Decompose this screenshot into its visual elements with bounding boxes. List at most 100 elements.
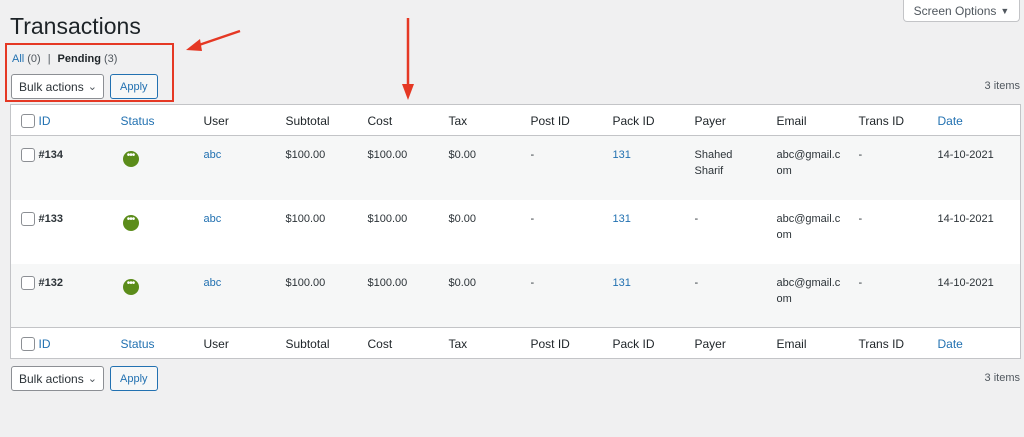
select-all-checkbox[interactable] (21, 114, 35, 128)
select-all-checkbox-footer[interactable] (21, 337, 35, 351)
row-pack-id-cell: 131 (613, 136, 695, 200)
column-id[interactable]: ID (38, 104, 121, 136)
row-cost: $100.00 (367, 276, 408, 289)
annotation-highlight-box (5, 43, 174, 102)
column-date[interactable]: Date (937, 104, 1021, 136)
row-cost: $100.00 (367, 212, 408, 225)
row-payer-line1: Shahed (694, 149, 733, 161)
row-checkbox-cell (11, 136, 39, 200)
column-payer-footer: Payer (694, 327, 777, 359)
column-email: Email (776, 104, 859, 136)
row-post-id: - (530, 149, 535, 161)
row-pack-id-link[interactable]: 131 (613, 213, 631, 225)
table-row: #132 ••• abc $100.00 $100.00 $0.00 - 131… (10, 263, 1021, 328)
column-pack-id-footer: Pack ID (612, 327, 695, 359)
tablenav-bottom: Bulk actions ⌄ Apply (11, 366, 158, 391)
row-user-link[interactable]: abc (204, 213, 222, 225)
row-checkbox[interactable] (21, 275, 35, 290)
column-id-footer[interactable]: ID (38, 327, 121, 359)
bulk-actions-value-bottom: Bulk actions (19, 371, 84, 386)
column-tax-footer: Tax (448, 327, 531, 359)
row-email: abc@gmail.c om (777, 200, 859, 264)
column-email-footer: Email (776, 327, 859, 359)
row-user-link[interactable]: abc (204, 149, 222, 161)
table-footer-row: ID Status User Subtotal Cost Tax Post ID… (10, 327, 1021, 359)
row-payer-line2: Sharif (694, 165, 724, 177)
row-email-line2: om (776, 292, 792, 305)
column-trans-id: Trans ID (858, 104, 938, 136)
row-post-id: - (530, 212, 535, 225)
column-post-id: Post ID (530, 104, 613, 136)
row-email-line2: om (776, 165, 792, 177)
row-date: 14-10-2021 (937, 276, 994, 289)
column-user-footer: User (203, 327, 286, 359)
row-cost: $100.00 (367, 149, 408, 161)
row-subtotal: $100.00 (285, 276, 326, 289)
row-payer: Shahed Sharif (695, 136, 777, 200)
row-pack-id-cell: 131 (613, 200, 695, 264)
column-status-footer[interactable]: Status (120, 327, 204, 359)
row-subtotal: $100.00 (285, 212, 326, 225)
screen-options-button[interactable]: Screen Options ▼ (903, 0, 1020, 22)
row-checkbox-cell (11, 264, 39, 328)
pending-status-icon: ••• (122, 151, 139, 167)
items-count-bottom: 3 items (984, 372, 1020, 384)
column-status[interactable]: Status (120, 104, 204, 136)
row-status: ••• (121, 200, 204, 264)
row-post-id: - (530, 276, 535, 289)
row-user-cell: abc (204, 200, 286, 264)
chevron-down-icon: ⌄ (87, 373, 97, 385)
column-user: User (203, 104, 286, 136)
row-trans-id: - (858, 149, 863, 161)
transactions-table: ID Status User Subtotal Cost Tax Post ID… (10, 104, 1021, 359)
column-cost: Cost (367, 104, 449, 136)
row-date: 14-10-2021 (937, 149, 994, 161)
row-id: #132 (38, 276, 63, 289)
column-tax: Tax (448, 104, 531, 136)
row-tax: $0.00 (448, 276, 477, 289)
column-post-id-footer: Post ID (530, 327, 613, 359)
column-subtotal: Subtotal (285, 104, 368, 136)
row-payer-line1: - (694, 276, 699, 289)
bulk-actions-select-bottom[interactable]: Bulk actions ⌄ (11, 366, 104, 391)
row-id: #133 (38, 212, 63, 225)
row-pack-id-link[interactable]: 131 (613, 149, 631, 161)
row-checkbox[interactable] (21, 211, 35, 226)
row-email-line1: abc@gmail.c (776, 212, 841, 225)
column-cost-footer: Cost (367, 327, 449, 359)
row-tax: $0.00 (448, 149, 477, 161)
select-all-cell-footer (10, 327, 39, 359)
row-status: ••• (121, 264, 204, 328)
screen-options-label: Screen Options (913, 3, 997, 18)
page-title: Transactions (10, 13, 141, 39)
row-pack-id-link[interactable]: 131 (613, 277, 631, 289)
column-trans-id-footer: Trans ID (858, 327, 938, 359)
column-subtotal-footer: Subtotal (285, 327, 368, 359)
table-header-row: ID Status User Subtotal Cost Tax Post ID… (10, 104, 1021, 136)
row-email-line2: om (776, 228, 792, 241)
row-trans-id: - (858, 276, 863, 289)
row-user-cell: abc (204, 136, 286, 200)
apply-button-bottom[interactable]: Apply (110, 366, 158, 391)
row-user-link[interactable]: abc (204, 277, 222, 289)
row-id: #134 (38, 149, 63, 161)
row-checkbox-cell (11, 200, 39, 264)
column-pack-id: Pack ID (612, 104, 695, 136)
items-count-top: 3 items (984, 80, 1020, 92)
column-payer: Payer (694, 104, 777, 136)
pending-status-icon: ••• (122, 214, 139, 231)
select-all-cell (10, 104, 39, 136)
row-checkbox[interactable] (21, 148, 35, 162)
row-email: abc@gmail.c om (777, 264, 859, 328)
column-date-footer[interactable]: Date (937, 327, 1021, 359)
row-tax: $0.00 (448, 212, 477, 225)
row-user-cell: abc (204, 264, 286, 328)
row-status: ••• (121, 136, 204, 200)
pending-status-icon: ••• (122, 278, 139, 295)
row-trans-id: - (858, 212, 863, 225)
table-row: #133 ••• abc $100.00 $100.00 $0.00 - 131… (11, 200, 1021, 264)
row-payer-line1: - (694, 212, 699, 225)
row-pack-id-cell: 131 (613, 264, 695, 328)
row-subtotal: $100.00 (285, 149, 326, 161)
annotation-arrow-down-icon (402, 18, 414, 100)
